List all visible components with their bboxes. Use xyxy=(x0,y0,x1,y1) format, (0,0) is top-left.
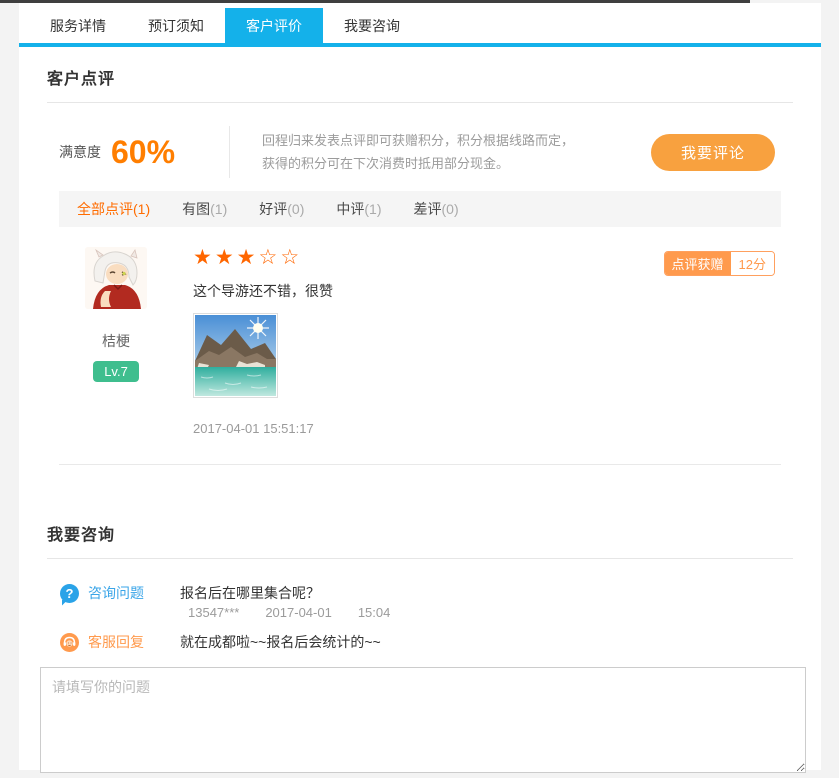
question-text: 报名后在哪里集合呢？ xyxy=(180,585,320,601)
question-bubble-icon xyxy=(60,583,79,603)
promo-line-2: 获得的积分可在下次消费时抵用部分现金。 xyxy=(262,156,510,171)
filter-count: (1) xyxy=(210,201,228,217)
headset-icon xyxy=(60,632,79,652)
tab-bar: 服务详情 预订须知 客户评价 我要咨询 xyxy=(19,3,821,47)
tab-consult[interactable]: 我要咨询 xyxy=(323,8,421,43)
star-icon: ☆ xyxy=(280,246,303,269)
review-section: 客户点评 满意度 60% 回程归来发表点评即可获赠积分，积分根据线路而定， 获得… xyxy=(19,65,821,465)
content-card: 服务详情 预订须知 客户评价 我要咨询 客户点评 满意度 60% 回程归来发表点… xyxy=(19,3,821,773)
reply-text: 就在成都啦~~报名后会统计的~~ xyxy=(180,634,381,650)
user-level-badge: Lv.7 xyxy=(93,361,139,382)
promo-text: 回程归来发表点评即可获赠积分，积分根据线路而定， 获得的积分可在下次消费时抵用部… xyxy=(230,129,627,175)
tab-service-details[interactable]: 服务详情 xyxy=(29,8,127,43)
tab-booking-notice[interactable]: 预订须知 xyxy=(127,8,225,43)
review-reward-badge: 点评获赠 12分 xyxy=(663,251,775,276)
reward-value: 12分 xyxy=(730,252,774,275)
filter-negative[interactable]: 差评(0) xyxy=(414,199,459,219)
avatar xyxy=(85,247,147,309)
satisfaction-row: 满意度 60% 回程归来发表点评即可获赠积分，积分根据线路而定， 获得的积分可在… xyxy=(47,119,793,185)
tab-customer-reviews[interactable]: 客户评价 xyxy=(225,8,323,43)
star-icon: ★ xyxy=(214,246,237,269)
filter-label: 差评 xyxy=(413,201,442,217)
lake-photo xyxy=(195,315,276,396)
consult-section-title: 我要咨询 xyxy=(47,527,116,544)
star-icon: ☆ xyxy=(258,246,281,269)
question-input-wrap xyxy=(40,667,806,778)
section-divider xyxy=(47,558,793,559)
review-section-title: 客户点评 xyxy=(47,71,116,88)
promo-line-1: 回程归来发表点评即可获赠积分，积分根据线路而定， xyxy=(262,133,575,148)
satisfaction-value: 60% xyxy=(111,133,176,170)
asker-id: 13547*** xyxy=(188,605,240,620)
filter-label: 有图 xyxy=(182,201,211,217)
filter-count: (1) xyxy=(364,201,382,217)
reviewer-name: 桔梗 xyxy=(102,333,130,349)
review-bottom-divider xyxy=(59,464,781,465)
ask-date: 2017-04-01 xyxy=(265,605,332,620)
filter-count: (1) xyxy=(133,201,151,217)
review-photo-thumbnail[interactable] xyxy=(193,313,278,398)
filter-count: (0) xyxy=(441,201,459,217)
filter-count: (0) xyxy=(287,201,305,217)
section-divider xyxy=(47,102,793,103)
filter-label: 好评 xyxy=(259,201,288,217)
star-icon: ★ xyxy=(193,246,215,269)
reply-row: 客服回复 就在成都啦~~报名后会统计的~~ xyxy=(47,632,793,652)
satisfaction-label: 满意度 xyxy=(59,144,101,160)
filter-label: 全部点评 xyxy=(77,201,133,217)
review-text: 这个导游还不错，很赞 xyxy=(193,283,333,299)
filter-label: 中评 xyxy=(336,201,365,217)
question-input[interactable] xyxy=(40,667,806,773)
review-item: 桔梗 Lv.7 ★★★☆☆ 这个导游还不错，很赞 2017-04-01 15:5… xyxy=(47,247,793,436)
filter-all-reviews[interactable]: 全部点评(1) xyxy=(77,199,150,219)
star-icon: ★ xyxy=(236,246,259,269)
review-filter-bar: 全部点评(1) 有图(1) 好评(0) 中评(1) 差评(0) xyxy=(59,191,781,227)
question-row: 咨询问题 报名后在哪里集合呢？ xyxy=(47,583,793,603)
question-label: 咨询问题 xyxy=(88,585,144,601)
filter-with-photos[interactable]: 有图(1) xyxy=(182,199,227,219)
review-timestamp: 2017-04-01 15:51:17 xyxy=(193,421,314,436)
tab-underline xyxy=(19,43,821,47)
reply-label: 客服回复 xyxy=(88,634,144,650)
write-comment-button[interactable]: 我要评论 xyxy=(651,133,775,171)
question-meta: 13547*** 2017-04-01 15:04 xyxy=(47,605,793,620)
reward-label: 点评获赠 xyxy=(664,252,731,275)
filter-neutral[interactable]: 中评(1) xyxy=(336,199,381,219)
avatar-illustration xyxy=(85,247,147,309)
ask-time: 15:04 xyxy=(357,605,391,620)
consult-section: 我要咨询 咨询问题 报名后在哪里集合呢？ 13547*** 2017-04-01… xyxy=(19,521,821,652)
filter-positive[interactable]: 好评(0) xyxy=(259,199,304,219)
